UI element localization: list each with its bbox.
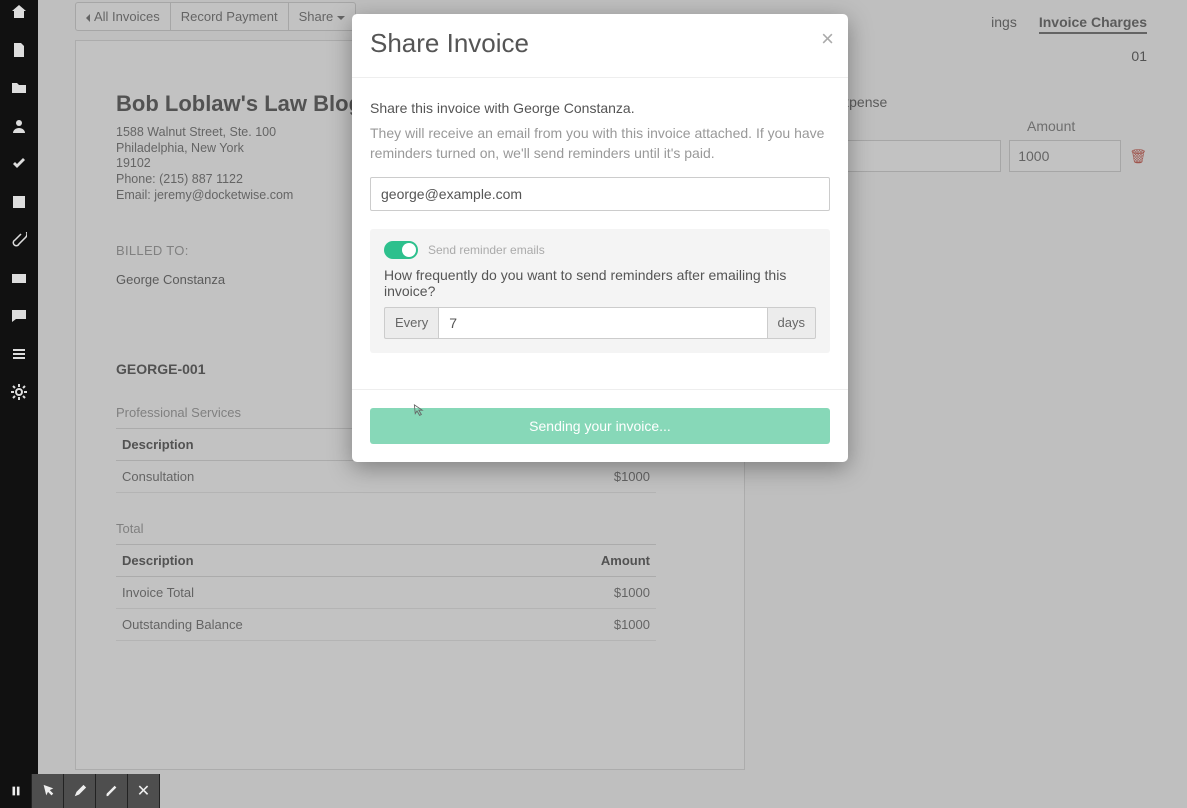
- chat-icon[interactable]: [11, 308, 27, 324]
- pause-button[interactable]: [0, 774, 32, 808]
- attachment-icon[interactable]: [11, 232, 27, 248]
- reminder-interval-input[interactable]: [438, 307, 767, 339]
- gear-icon[interactable]: [11, 384, 27, 400]
- days-label: days: [768, 307, 816, 339]
- pencil-button[interactable]: [64, 774, 96, 808]
- left-nav: [0, 0, 38, 808]
- person-icon[interactable]: [11, 118, 27, 134]
- close-icon[interactable]: ×: [821, 28, 834, 50]
- modal-title: Share Invoice: [370, 28, 830, 59]
- document-icon[interactable]: [11, 42, 27, 58]
- check-icon[interactable]: [11, 156, 27, 172]
- close-button[interactable]: ✕: [128, 774, 160, 808]
- home-icon[interactable]: [11, 4, 27, 20]
- card-icon[interactable]: [11, 270, 27, 286]
- reminder-toggle[interactable]: [384, 241, 418, 259]
- recipient-email-input[interactable]: [370, 177, 830, 211]
- cursor-icon: [410, 404, 424, 418]
- every-label: Every: [384, 307, 438, 339]
- reminder-question: How frequently do you want to send remin…: [384, 267, 816, 299]
- send-invoice-button[interactable]: Sending your invoice...: [370, 408, 830, 444]
- modal-intro: Share this invoice with George Constanza…: [370, 100, 830, 116]
- pointer-button[interactable]: [32, 774, 64, 808]
- bottom-toolbar: ✕: [0, 774, 160, 808]
- reminder-box: Send reminder emails How frequently do y…: [370, 229, 830, 353]
- modal-subtext: They will receive an email from you with…: [370, 124, 830, 163]
- folder-icon[interactable]: [11, 80, 27, 96]
- share-invoice-modal: × Share Invoice Share this invoice with …: [352, 14, 848, 462]
- reminder-toggle-label: Send reminder emails: [428, 243, 545, 257]
- book-icon[interactable]: [11, 194, 27, 210]
- list-icon[interactable]: [11, 346, 27, 362]
- brush-button[interactable]: [96, 774, 128, 808]
